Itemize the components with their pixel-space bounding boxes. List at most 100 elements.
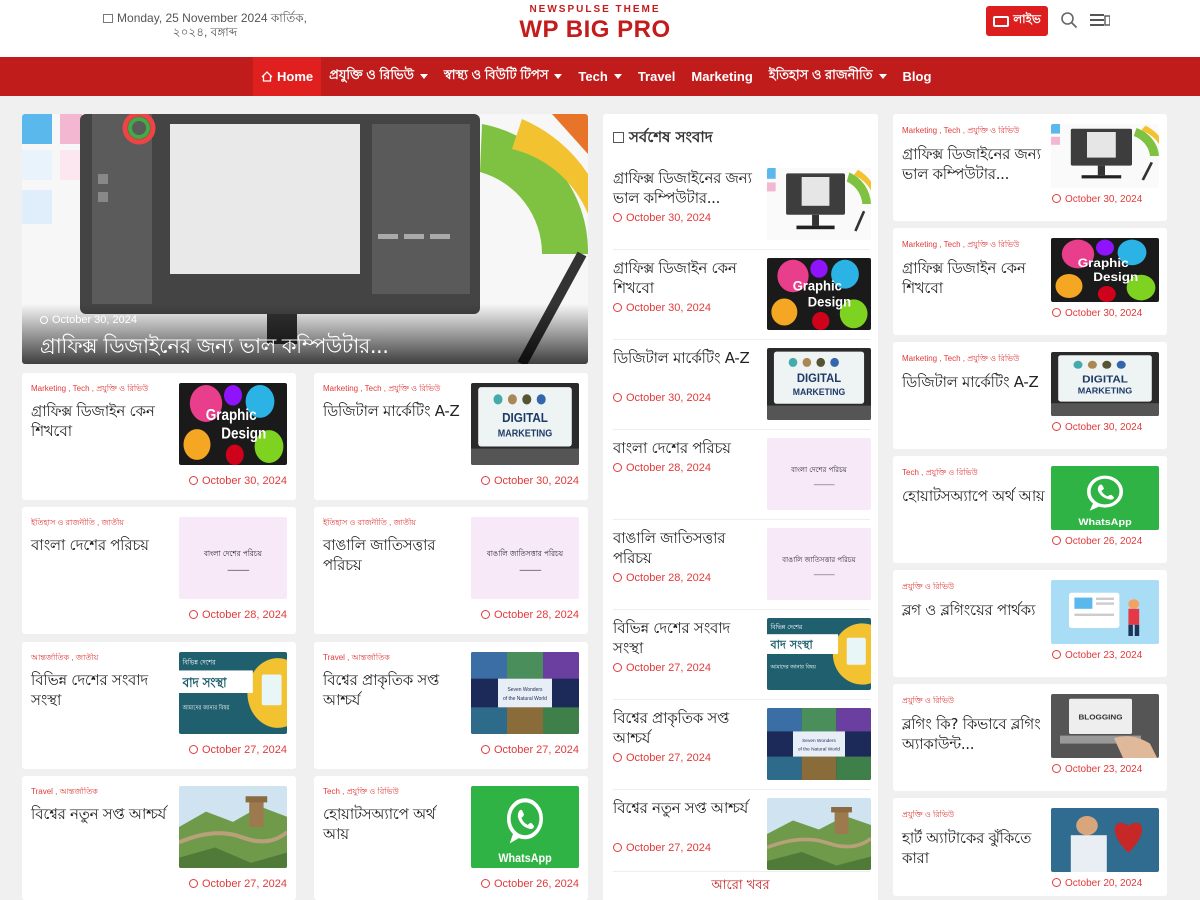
post-categories[interactable]: ইতিহাস ও রাজনীতি , জাতীয় <box>31 518 171 528</box>
post-title[interactable]: বাংলা দেশের পরিচয় <box>31 535 171 555</box>
post-categories[interactable]: Marketing , Tech , প্রযুক্তি ও রিভিউ <box>31 384 171 394</box>
nav-item-0[interactable]: Home <box>253 57 322 96</box>
live-button[interactable]: লাইভ <box>986 6 1048 36</box>
post-thumbnail[interactable] <box>1051 124 1159 188</box>
latest-item-thumbnail[interactable]: Seven Wonders of the Natural World <box>767 708 871 780</box>
sidebar-post-card[interactable]: Marketing , Tech , প্রযুক্তি ও রিভিউ গ্র… <box>893 228 1167 335</box>
post-title[interactable]: ব্লগিং কি? কিভাবে ব্লগিং অ্যাকাউন্ট... <box>902 714 1047 754</box>
latest-item-thumbnail[interactable]: বাংলা দেশের পরিচয় <box>767 438 871 510</box>
post-categories[interactable]: Travel , আন্তর্জাতিক <box>323 653 463 663</box>
post-title[interactable]: বিশ্বের নতুন সপ্ত আশ্চর্য <box>31 804 171 824</box>
post-categories[interactable]: Marketing , Tech , প্রযুক্তি ও রিভিউ <box>323 384 463 394</box>
post-thumbnail[interactable]: বাংলা দেশের পরিচয় <box>179 517 287 599</box>
latest-item-title[interactable]: বিভিন্ন দেশের সংবাদ সংস্থা <box>613 618 758 658</box>
nav-item-5[interactable]: Marketing <box>683 57 760 96</box>
sidebar-post-card[interactable]: Marketing , Tech , প্রযুক্তি ও রিভিউ ডিজ… <box>893 342 1167 449</box>
latest-news-item[interactable]: বিশ্বের নতুন সপ্ত আশ্চর্য October 27, 20… <box>613 790 871 872</box>
nav-item-3[interactable]: Tech <box>570 57 629 96</box>
post-title[interactable]: ব্লগ ও ব্লগিংয়ের পার্থক্য <box>902 600 1047 620</box>
post-thumbnail[interactable]: WhatsApp <box>471 786 579 868</box>
post-thumbnail[interactable]: WhatsApp <box>1051 466 1159 530</box>
post-categories[interactable]: প্রযুক্তি ও রিভিউ <box>902 582 1042 592</box>
latest-item-thumbnail[interactable]: Graphic Design <box>767 258 871 330</box>
latest-item-thumbnail[interactable] <box>767 798 871 870</box>
more-news-link[interactable]: আরো খবর <box>603 876 878 897</box>
post-categories[interactable]: Marketing , Tech , প্রযুক্তি ও রিভিউ <box>902 354 1042 364</box>
post-thumbnail[interactable] <box>1051 808 1159 872</box>
post-categories[interactable]: Marketing , Tech , প্রযুক্তি ও রিভিউ <box>902 126 1042 136</box>
nav-item-1[interactable]: প্রযুক্তি ও রিভিউ <box>321 57 436 96</box>
post-thumbnail[interactable]: বাঙালি জাতিসত্তার পরিচয় <box>471 517 579 599</box>
menu-icon[interactable] <box>1090 13 1110 27</box>
latest-item-title[interactable]: ডিজিটাল মার্কেটিং A-Z <box>613 348 758 368</box>
latest-item-date-text: October 27, 2024 <box>626 752 712 764</box>
post-title[interactable]: গ্রাফিক্স ডিজাইন কেন শিখবো <box>31 401 171 441</box>
nav-item-4[interactable]: Travel <box>630 57 684 96</box>
latest-news-item[interactable]: গ্রাফিক্স ডিজাইনের জন্য ভাল কম্পিউটার...… <box>613 160 871 250</box>
site-logo[interactable]: NEWSPULSE THEME WP BIG PRO <box>500 4 690 44</box>
post-card[interactable]: Marketing , Tech , প্রযুক্তি ও রিভিউ গ্র… <box>22 373 296 500</box>
post-thumbnail[interactable]: BLOGGING <box>1051 694 1159 758</box>
post-title[interactable]: হার্ট অ্যাটাকের ঝুঁকিতে কারা <box>902 828 1047 868</box>
nav-item-7[interactable]: Blog <box>895 57 940 96</box>
post-thumbnail[interactable]: Graphic Design <box>1051 238 1159 302</box>
post-card[interactable]: ইতিহাস ও রাজনীতি , জাতীয় বাঙালি জাতিসত্… <box>314 507 588 634</box>
latest-news-item[interactable]: ডিজিটাল মার্কেটিং A-Z October 30, 2024 D… <box>613 340 871 430</box>
nav-item-2[interactable]: স্বাস্থ্য ও বিউটি টিপস <box>436 57 571 96</box>
post-title[interactable]: বাঙালি জাতিসত্তার পরিচয় <box>323 535 463 575</box>
post-card[interactable]: আন্তর্জাতিক , জাতীয় বিভিন্ন দেশের সংবাদ… <box>22 642 296 769</box>
latest-item-title[interactable]: গ্রাফিক্স ডিজাইনের জন্য ভাল কম্পিউটার... <box>613 168 758 208</box>
hero-title[interactable]: গ্রাফিক্স ডিজাইনের জন্য ভাল কম্পিউটার... <box>40 330 389 364</box>
latest-item-title[interactable]: গ্রাফিক্স ডিজাইন কেন শিখবো <box>613 258 758 298</box>
post-categories[interactable]: Marketing , Tech , প্রযুক্তি ও রিভিউ <box>902 240 1042 250</box>
latest-item-thumbnail[interactable]: DIGITAL MARKETING <box>767 348 871 420</box>
post-categories[interactable]: Tech , প্রযুক্তি ও রিভিউ <box>902 468 1042 478</box>
post-thumbnail[interactable]: Seven Wonders of the Natural World <box>471 652 579 734</box>
post-card[interactable]: Travel , আন্তর্জাতিক বিশ্বের নতুন সপ্ত আ… <box>22 776 296 900</box>
post-title[interactable]: ডিজিটাল মার্কেটিং A-Z <box>902 372 1047 392</box>
latest-item-title[interactable]: বিশ্বের প্রাকৃতিক সপ্ত আশ্চর্য <box>613 708 758 748</box>
sidebar-post-card[interactable]: প্রযুক্তি ও রিভিউ হার্ট অ্যাটাকের ঝুঁকিত… <box>893 798 1167 896</box>
latest-item-title[interactable]: বাংলা দেশের পরিচয় <box>613 438 758 458</box>
post-categories[interactable]: Tech , প্রযুক্তি ও রিভিউ <box>323 787 463 797</box>
post-card[interactable]: ইতিহাস ও রাজনীতি , জাতীয় বাংলা দেশের পর… <box>22 507 296 634</box>
post-categories[interactable]: প্রযুক্তি ও রিভিউ <box>902 810 1042 820</box>
post-categories[interactable]: Travel , আন্তর্জাতিক <box>31 787 171 797</box>
latest-news-item[interactable]: বাংলা দেশের পরিচয় October 28, 2024 বাংল… <box>613 430 871 520</box>
post-card[interactable]: Travel , আন্তর্জাতিক বিশ্বের প্রাকৃতিক স… <box>314 642 588 769</box>
latest-news-item[interactable]: বিভিন্ন দেশের সংবাদ সংস্থা October 27, 2… <box>613 610 871 700</box>
hero-post[interactable]: October 30, 2024 গ্রাফিক্স ডিজাইনের জন্য… <box>22 114 588 364</box>
post-thumbnail[interactable]: DIGITAL MARKETING <box>471 383 579 465</box>
post-thumbnail[interactable]: Graphic Design <box>179 383 287 465</box>
post-title[interactable]: বিশ্বের প্রাকৃতিক সপ্ত আশ্চর্য <box>323 670 463 710</box>
post-card[interactable]: Tech , প্রযুক্তি ও রিভিউ হোয়াটসঅ্যাপে অ… <box>314 776 588 900</box>
post-thumbnail[interactable] <box>1051 580 1159 644</box>
post-categories[interactable]: ইতিহাস ও রাজনীতি , জাতীয় <box>323 518 463 528</box>
post-thumbnail[interactable]: DIGITAL MARKETING <box>1051 352 1159 416</box>
latest-news-item[interactable]: বাঙালি জাতিসত্তার পরিচয় October 28, 202… <box>613 520 871 610</box>
latest-item-thumbnail[interactable]: বিভিন্ন দেশের বাদ সংস্থা আমাদের জানার বি… <box>767 618 871 690</box>
sidebar-post-card[interactable]: Tech , প্রযুক্তি ও রিভিউ হোয়াটসঅ্যাপে অ… <box>893 456 1167 563</box>
latest-item-title[interactable]: বিশ্বের নতুন সপ্ত আশ্চর্য <box>613 798 758 818</box>
nav-item-6[interactable]: ইতিহাস ও রাজনীতি <box>761 57 895 96</box>
post-title[interactable]: হোয়াটসঅ্যাপে অর্থ আয় <box>902 486 1047 506</box>
post-title[interactable]: বিভিন্ন দেশের সংবাদ সংস্থা <box>31 670 171 710</box>
latest-news-item[interactable]: গ্রাফিক্স ডিজাইন কেন শিখবো October 30, 2… <box>613 250 871 340</box>
sidebar-post-card[interactable]: প্রযুক্তি ও রিভিউ ব্লগিং কি? কিভাবে ব্লগ… <box>893 684 1167 791</box>
post-thumbnail[interactable]: বিভিন্ন দেশের বাদ সংস্থা আমাদের জানার বি… <box>179 652 287 734</box>
latest-item-title[interactable]: বাঙালি জাতিসত্তার পরিচয় <box>613 528 758 568</box>
post-title[interactable]: গ্রাফিক্স ডিজাইন কেন শিখবো <box>902 258 1047 298</box>
latest-item-thumbnail[interactable] <box>767 168 871 240</box>
post-card[interactable]: Marketing , Tech , প্রযুক্তি ও রিভিউ ডিজ… <box>314 373 588 500</box>
sidebar-post-card[interactable]: প্রযুক্তি ও রিভিউ ব্লগ ও ব্লগিংয়ের পার্… <box>893 570 1167 677</box>
post-thumbnail[interactable] <box>179 786 287 868</box>
post-categories[interactable]: প্রযুক্তি ও রিভিউ <box>902 696 1042 706</box>
post-title[interactable]: হোয়াটসঅ্যাপে অর্থ আয় <box>323 804 463 844</box>
post-categories[interactable]: আন্তর্জাতিক , জাতীয় <box>31 653 171 663</box>
latest-item-thumbnail[interactable]: বাঙালি জাতিসত্তার পরিচয় <box>767 528 871 600</box>
post-title[interactable]: ডিজিটাল মার্কেটিং A-Z <box>323 401 463 421</box>
post-title[interactable]: গ্রাফিক্স ডিজাইনের জন্য ভাল কম্পিউটার... <box>902 144 1047 184</box>
latest-news-item[interactable]: বিশ্বের প্রাকৃতিক সপ্ত আশ্চর্য October 2… <box>613 700 871 790</box>
search-icon[interactable] <box>1060 11 1078 29</box>
sidebar-post-card[interactable]: Marketing , Tech , প্রযুক্তি ও রিভিউ গ্র… <box>893 114 1167 221</box>
